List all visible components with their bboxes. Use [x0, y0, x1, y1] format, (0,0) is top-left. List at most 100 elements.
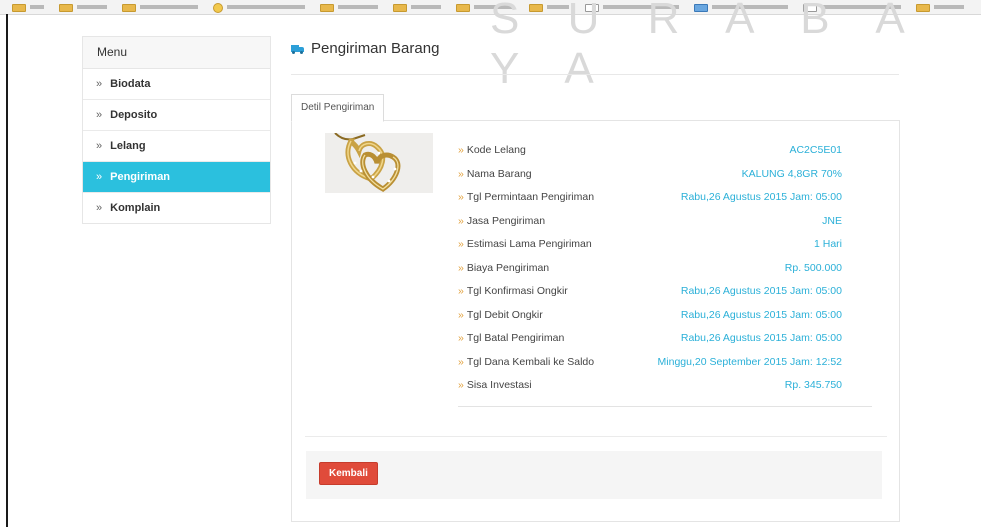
detail-label-text: Tgl Konfirmasi Ongkir: [466, 285, 568, 297]
sidebar-item-biodata[interactable]: » Biodata: [83, 69, 270, 100]
detail-row: » Tgl Konfirmasi Ongkir Rabu,26 Agustus 20…: [458, 280, 842, 304]
chevron-right-icon: »: [458, 332, 464, 344]
sidebar-item-komplain[interactable]: » Komplain: [83, 193, 270, 223]
detail-value: Rabu,26 Agustus 2015 Jam: 05:00: [680, 191, 842, 203]
sidebar-item-deposito[interactable]: » Deposito: [83, 100, 270, 131]
chevron-right-icon: »: [458, 238, 464, 250]
detail-row: » Biaya Pengiriman Rp. 500.000: [458, 257, 842, 281]
chevron-right-icon: »: [96, 202, 103, 214]
page-title: Pengiriman Barang: [291, 40, 439, 57]
folder-icon: [213, 3, 224, 13]
back-button[interactable]: Kembali: [319, 462, 378, 485]
detail-label: » Tgl Debit Ongkir: [458, 304, 543, 328]
chevron-right-icon: »: [96, 140, 103, 152]
detail-value: AC2C5E01: [789, 144, 842, 156]
page-title-text: Pengiriman Barang: [311, 40, 440, 57]
sidebar-item-lelang[interactable]: » Lelang: [83, 131, 270, 162]
bookmark-item[interactable]: [122, 0, 199, 14]
window-frame-edge: [6, 14, 8, 527]
bookmark-item[interactable]: [12, 0, 44, 14]
detail-label-text: Biaya Pengiriman: [466, 261, 550, 274]
detail-label-text: Tgl Permintaan Pengiriman: [466, 191, 595, 203]
bookmark-item[interactable]: [213, 0, 306, 14]
chevron-right-icon: »: [458, 214, 464, 227]
sidebar-item-label: Pengiriman: [110, 171, 171, 183]
folder-icon: [320, 4, 335, 12]
detail-label-text: Estimasi Lama Pengiriman: [466, 238, 592, 250]
sidebar-item-label: Lelang: [110, 140, 146, 152]
detail-row: » Estimasi Lama Pengiriman 1 Hari: [458, 233, 842, 257]
detail-label-text: Jasa Pengiriman: [466, 214, 546, 227]
detail-row: » Tgl Debit Ongkir Rabu,26 Agustus 2015 Ja…: [458, 304, 842, 328]
chevron-right-icon: »: [458, 285, 464, 297]
detail-label: » Biaya Pengiriman: [458, 257, 549, 281]
detail-label-text: Tgl Batal Pengiriman: [466, 332, 565, 344]
folder-icon: [12, 4, 26, 12]
detail-panel: » Kode Lelang AC2C5E01 » Nama Barang KALUNG …: [291, 120, 900, 522]
product-image: [325, 133, 433, 193]
detail-label: » Tgl Batal Pengiriman: [458, 327, 564, 351]
detail-value: 1 Hari: [813, 238, 842, 250]
title-divider: [291, 74, 899, 75]
bookmark-item[interactable]: [59, 0, 108, 14]
chevron-right-icon: »: [458, 144, 464, 156]
chevron-right-icon: »: [96, 109, 103, 121]
folder-icon: [456, 4, 471, 12]
chevron-right-icon: »: [458, 191, 464, 203]
watermark: S U R A B A Y A: [490, 0, 921, 93]
detail-label: » Estimasi Lama Pengiriman: [458, 233, 592, 257]
chevron-right-icon: »: [458, 261, 464, 274]
detail-value: Rp. 345.750: [784, 379, 842, 391]
detail-value: Rp. 500.000: [784, 261, 842, 274]
detail-row: » Tgl Permintaan Pengiriman Rabu,26 Agustu…: [458, 186, 842, 210]
bookmark-item[interactable]: [393, 0, 442, 14]
detail-value: Minggu,20 September 2015 Jam: 12:52: [657, 355, 842, 368]
detail-row: » Jasa Pengiriman JNE: [458, 210, 842, 234]
chevron-right-icon: »: [458, 355, 464, 368]
detail-value: Rabu,26 Agustus 2015 Jam: 05:00: [680, 285, 842, 297]
sidebar-menu: Menu » Biodata » Deposito » Lelang » Pengiri…: [82, 36, 271, 224]
detail-label-text: Sisa Investasi: [466, 379, 532, 391]
sidebar-item-label: Biodata: [110, 78, 151, 90]
chevron-right-icon: »: [458, 167, 464, 180]
detail-row: » Tgl Batal Pengiriman Rabu,26 Agustus 201…: [458, 327, 842, 351]
shipping-details: » Kode Lelang AC2C5E01 » Nama Barang KALUNG …: [458, 139, 842, 398]
sidebar-item-pengiriman[interactable]: » Pengiriman: [83, 162, 270, 193]
details-divider: [458, 406, 872, 407]
form-footer: Kembali: [306, 451, 882, 499]
detail-row: » Nama Barang KALUNG 4,8GR 70%: [458, 163, 842, 187]
detail-row: » Tgl Dana Kembali ke Saldo Minggu,20 Sept…: [458, 351, 842, 375]
folder-icon: [393, 4, 408, 12]
detail-row: » Sisa Investasi Rp. 345.750: [458, 374, 842, 398]
detail-value: JNE: [822, 214, 842, 227]
truck-icon: [291, 45, 304, 54]
detail-label: » Jasa Pengiriman: [458, 210, 545, 234]
detail-label-text: Kode Lelang: [466, 144, 526, 156]
detail-value: Rabu,26 Agustus 2015 Jam: 05:00: [680, 332, 842, 344]
detail-label-text: Nama Barang: [466, 167, 532, 180]
chevron-right-icon: »: [96, 171, 103, 183]
detail-value: Rabu,26 Agustus 2015 Jam: 05:00: [680, 308, 842, 321]
detail-value: KALUNG 4,8GR 70%: [741, 167, 842, 180]
chevron-right-icon: »: [96, 78, 103, 90]
detail-label: » Sisa Investasi: [458, 374, 532, 398]
panel-divider: [305, 436, 887, 437]
detail-label: » Tgl Dana Kembali ke Saldo: [458, 351, 594, 375]
sidebar-header: Menu: [83, 37, 270, 69]
detail-label: » Tgl Permintaan Pengiriman: [458, 186, 594, 210]
sidebar-item-label: Deposito: [110, 109, 158, 121]
chevron-right-icon: »: [458, 379, 464, 391]
detail-label-text: Tgl Debit Ongkir: [466, 308, 543, 321]
chevron-right-icon: »: [458, 308, 464, 321]
detail-label-text: Tgl Dana Kembali ke Saldo: [466, 355, 595, 368]
detail-label: » Nama Barang: [458, 163, 532, 187]
detail-label: » Kode Lelang: [458, 139, 526, 163]
gold-heart-necklace-photo: [325, 133, 433, 193]
folder-icon: [59, 4, 74, 12]
tab-detil-pengiriman[interactable]: Detil Pengiriman: [291, 94, 385, 122]
sidebar-item-label: Komplain: [110, 202, 161, 214]
folder-icon: [122, 4, 137, 12]
detail-row: » Kode Lelang AC2C5E01: [458, 139, 842, 163]
detail-label: » Tgl Konfirmasi Ongkir: [458, 280, 568, 304]
bookmark-item[interactable]: [320, 0, 379, 14]
